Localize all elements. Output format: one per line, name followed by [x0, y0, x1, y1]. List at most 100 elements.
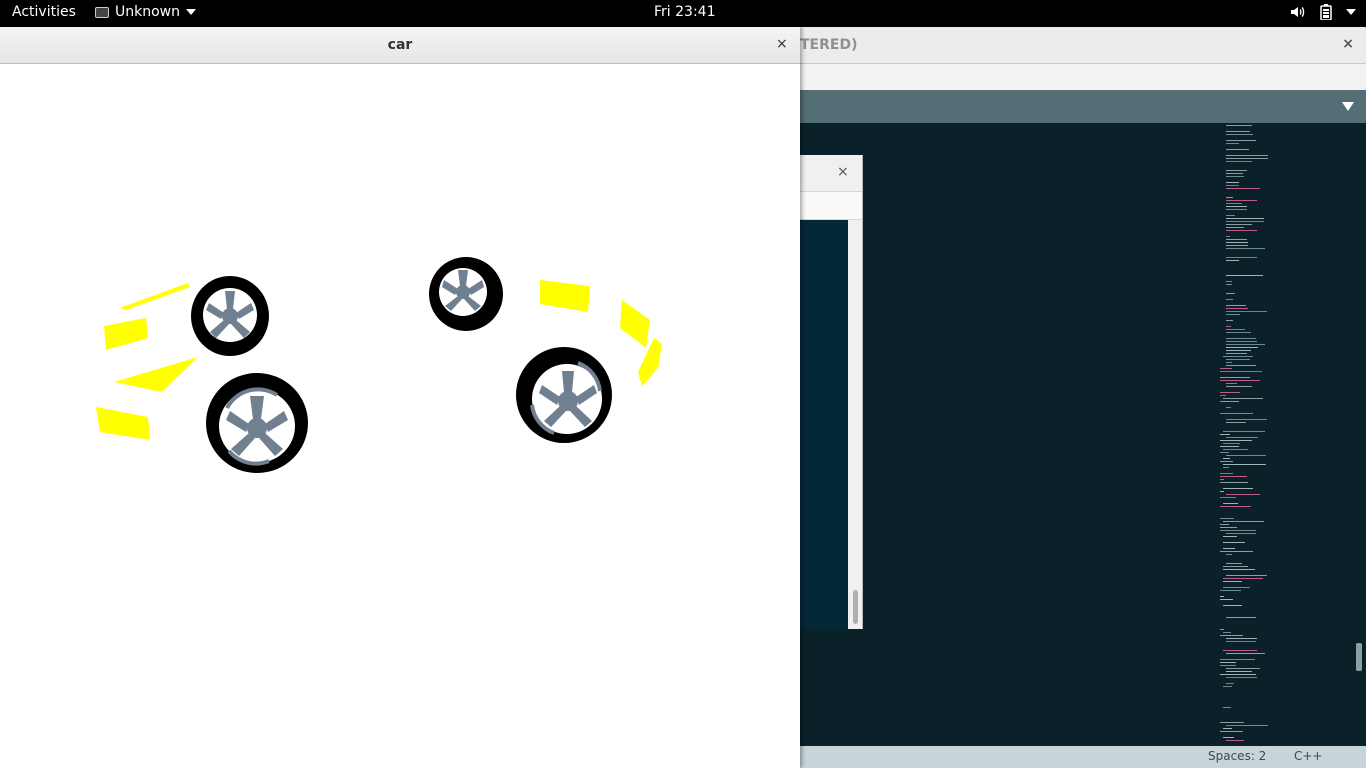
minimap-line: [1223, 542, 1245, 543]
minimap-line: [1226, 740, 1244, 741]
minimap-line: [1223, 605, 1242, 606]
dialog-terminal-area[interactable]: [800, 220, 848, 629]
editor-scrollbar[interactable]: [1356, 643, 1362, 671]
minimap-line: [1220, 479, 1224, 480]
minimap-line: [1226, 362, 1232, 363]
minimap[interactable]: [1220, 123, 1360, 746]
minimap-line: [1226, 350, 1251, 351]
minimap-line: [1220, 473, 1233, 474]
minimap-line: [1226, 200, 1257, 201]
minimap-line: [1223, 521, 1264, 522]
minimap-line: [1220, 482, 1248, 483]
minimap-line: [1226, 320, 1233, 321]
minimap-line: [1226, 329, 1245, 330]
car-titlebar[interactable]: car ×: [0, 27, 800, 64]
minimap-line: [1226, 155, 1268, 156]
body-fragment: [620, 300, 650, 348]
minimap-line: [1226, 260, 1239, 261]
background-dialog: ×: [800, 155, 863, 629]
minimap-line: [1223, 464, 1266, 465]
wheel: [206, 373, 308, 473]
minimap-line: [1226, 218, 1264, 219]
code-area[interactable]: [800, 123, 1366, 746]
minimap-line: [1226, 419, 1267, 420]
window-title: car: [387, 37, 413, 53]
body-fragment: [104, 318, 148, 350]
minimap-line: [1220, 506, 1251, 507]
minimap-line: [1226, 281, 1232, 282]
minimap-line: [1226, 422, 1246, 423]
editor-menubar: [800, 64, 1366, 90]
dialog-close-button[interactable]: ×: [837, 164, 849, 180]
top-panel: Activities Unknown Fri 23:41: [0, 0, 1366, 27]
clock[interactable]: Fri 23:41: [654, 4, 715, 20]
minimap-line: [1226, 677, 1257, 678]
minimap-line: [1226, 230, 1257, 231]
system-menu-icon[interactable]: [1346, 9, 1356, 15]
minimap-line: [1223, 431, 1265, 432]
minimap-line: [1226, 206, 1247, 207]
minimap-line: [1220, 659, 1255, 660]
minimap-line: [1223, 467, 1229, 468]
minimap-line: [1223, 737, 1234, 738]
car-window: car ×: [0, 27, 800, 768]
minimap-line: [1226, 308, 1248, 309]
minimap-line: [1223, 449, 1248, 450]
minimap-line: [1226, 344, 1265, 345]
minimap-line: [1226, 314, 1240, 315]
minimap-line: [1226, 131, 1250, 132]
editor-tabbar: [800, 90, 1366, 123]
minimap-line: [1220, 629, 1224, 630]
system-tray[interactable]: [1290, 4, 1356, 20]
minimap-line: [1223, 458, 1230, 459]
minimap-line: [1226, 533, 1256, 534]
editor-close-button[interactable]: ×: [1342, 36, 1354, 52]
minimap-line: [1226, 299, 1233, 300]
app-menu-label: Unknown: [115, 4, 180, 20]
syntax-status[interactable]: C++: [1294, 749, 1323, 763]
body-fragment: [540, 280, 590, 312]
indentation-status[interactable]: Spaces: 2: [1208, 749, 1266, 763]
minimap-line: [1226, 554, 1232, 555]
minimap-line: [1220, 371, 1262, 372]
minimap-line: [1226, 185, 1239, 186]
minimap-line: [1220, 518, 1234, 519]
activities-button[interactable]: Activities: [12, 4, 76, 20]
minimap-line: [1226, 332, 1251, 333]
body-fragment: [96, 407, 150, 440]
volume-icon[interactable]: [1290, 4, 1306, 20]
minimap-line: [1226, 305, 1246, 306]
editor-titlebar[interactable]: TERED) ×: [800, 27, 1366, 64]
tab-list-dropdown-icon[interactable]: [1342, 102, 1354, 111]
body-fragment: [638, 338, 662, 386]
battery-icon[interactable]: [1320, 4, 1332, 20]
minimap-line: [1220, 368, 1232, 369]
minimap-line: [1226, 248, 1265, 249]
minimap-line: [1223, 569, 1255, 570]
minimap-line: [1220, 446, 1239, 447]
minimap-line: [1226, 203, 1242, 204]
window-app-icon: [95, 6, 109, 18]
minimap-line: [1220, 590, 1241, 591]
minimap-line: [1223, 398, 1263, 399]
minimap-line: [1220, 674, 1256, 675]
dialog-scrollbar[interactable]: [853, 590, 858, 624]
minimap-line: [1226, 347, 1258, 348]
minimap-line: [1226, 242, 1248, 243]
minimap-line: [1220, 722, 1244, 723]
close-button[interactable]: ×: [776, 36, 788, 52]
minimap-line: [1226, 293, 1235, 294]
minimap-line: [1223, 650, 1257, 651]
minimap-line: [1220, 635, 1243, 636]
minimap-line: [1226, 683, 1234, 684]
minimap-line: [1220, 731, 1243, 732]
minimap-line: [1223, 443, 1240, 444]
app-menu[interactable]: Unknown: [95, 4, 196, 20]
minimap-line: [1226, 311, 1267, 312]
minimap-line: [1226, 575, 1267, 576]
minimap-line: [1226, 338, 1256, 339]
minimap-line: [1223, 632, 1231, 633]
minimap-line: [1226, 365, 1256, 366]
minimap-line: [1220, 551, 1253, 552]
minimap-line: [1226, 617, 1256, 618]
